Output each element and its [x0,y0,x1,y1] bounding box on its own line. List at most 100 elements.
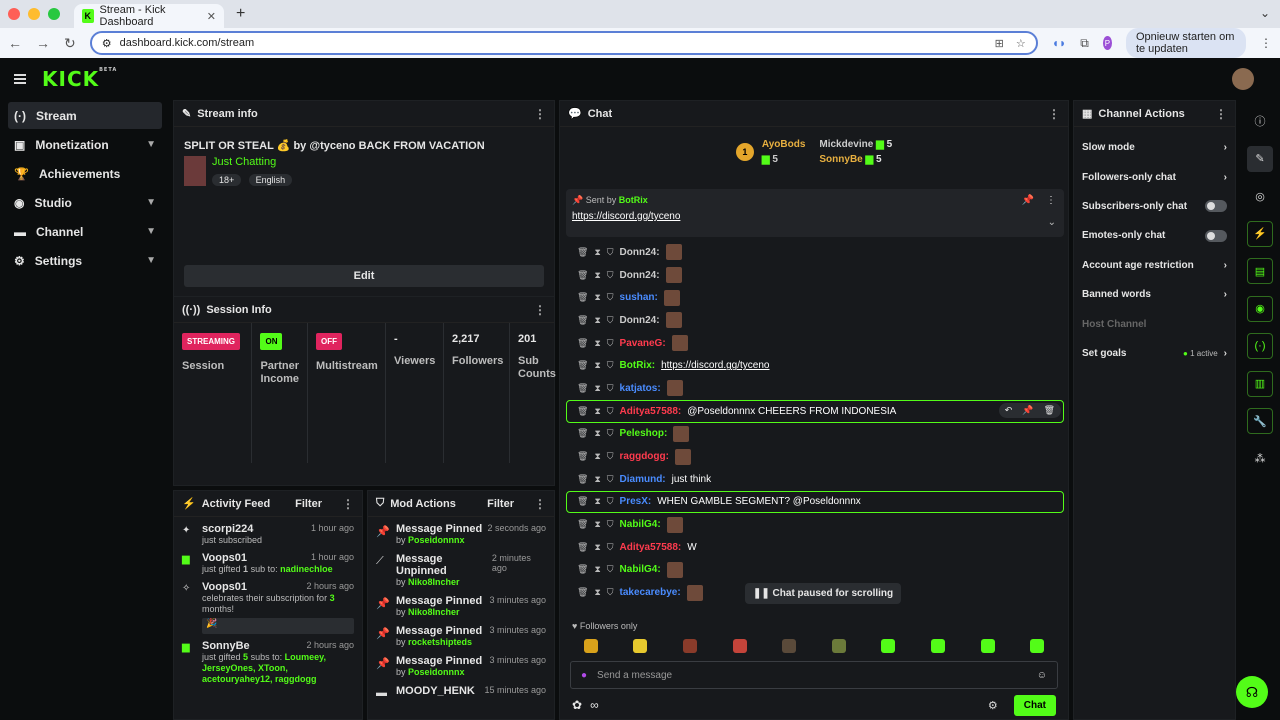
delete-icon[interactable]: 🗑 [577,406,588,417]
ban-shield-icon[interactable]: ⛉ [607,406,614,417]
user-avatar[interactable] [1232,68,1254,90]
timeout-icon[interactable]: ⧗ [594,451,600,462]
send-chat-button[interactable]: Chat [1013,694,1056,716]
delete-icon[interactable]: 🗑 [577,360,588,371]
followers-only-item[interactable]: Followers-only chat › [1074,162,1235,191]
timeout-icon[interactable]: ⧗ [594,383,600,394]
kick-points-icon[interactable]: ✿ [572,698,582,712]
kick-logo[interactable]: KICKBETA [42,67,117,91]
ban-shield-icon[interactable]: ⛉ [607,360,614,371]
timeout-icon[interactable]: ⧗ [594,338,600,349]
pinned-link[interactable]: https://discord.gg/tyceno [572,211,1058,222]
chat-message[interactable]: 🗑 ⧗ ⛉ NabilG4: [566,513,1064,536]
delete-icon[interactable]: 🗑 [577,428,588,439]
translate-icon[interactable]: ⊞ [995,37,1004,50]
chat-username[interactable]: Donn24: [620,315,660,326]
delete-icon[interactable]: 🗑 [1044,405,1055,416]
emote-icon[interactable] [980,639,995,653]
emote-icon[interactable] [831,639,846,653]
chat-username[interactable]: NabilG4: [620,519,661,530]
category-link[interactable]: Just Chatting [212,156,296,168]
leader-name[interactable]: Mickdevine [819,139,873,150]
chat-message[interactable]: 🗑 ⧗ ⛉ raggdogg: [566,445,1064,468]
minimize-window-button[interactable] [28,8,40,20]
chat-message[interactable]: 🗑 ⧗ ⛉ Donn24: [566,264,1064,287]
timeout-icon[interactable]: ⧗ [594,587,600,598]
set-goals-item[interactable]: Set goals ● 1 active › [1074,339,1235,368]
delete-icon[interactable]: 🗑 [577,383,588,394]
ban-shield-icon[interactable]: ⛉ [607,587,614,598]
subscribers-only-item[interactable]: Subscribers-only chat [1074,192,1235,221]
delete-icon[interactable]: 🗑 [577,270,588,281]
account-age-item[interactable]: Account age restriction › [1074,251,1235,280]
microphone-icon[interactable]: ● [581,670,587,681]
info-icon[interactable]: ⓘ [1247,108,1273,134]
sidebar-item-achievements[interactable]: 🏆 Achievements [8,160,162,187]
delete-icon[interactable]: 🗑 [577,564,588,575]
chat-username[interactable]: Peleshop: [620,428,668,439]
ban-shield-icon[interactable]: ⛉ [607,451,614,462]
chat-bubble-icon[interactable]: ◉ [1247,295,1273,322]
delete-icon[interactable]: 🗑 [577,496,588,507]
chat-message[interactable]: 🗑 ⧗ ⛉ PresX: WHEN GAMBLE SEGMENT? @Poseldonn… [566,490,1064,514]
chevron-down-icon[interactable]: ⌄ [1048,217,1056,228]
timeout-icon[interactable]: ⧗ [594,360,600,371]
timeout-icon[interactable]: ⧗ [594,428,600,439]
timeout-icon[interactable]: ⧗ [594,474,600,485]
leader-name[interactable]: SonnyBe [819,154,862,165]
chat-username[interactable]: Donn24: [620,247,660,258]
hamburger-menu-icon[interactable] [14,74,26,84]
emote-icon[interactable] [682,639,697,653]
chat-message[interactable]: 🗑 ⧗ ⛉ Diamund: just think [566,468,1064,491]
emote-icon[interactable] [1030,639,1045,653]
infinity-icon[interactable]: ∞ [590,698,599,712]
sidebar-item-settings[interactable]: ⚙ Settings ▼ [8,247,162,274]
timeout-icon[interactable]: ⧗ [594,542,600,553]
update-button[interactable]: Opnieuw starten om te updaten [1125,28,1246,58]
edit-icon[interactable]: ✎ [1247,145,1273,172]
emote-icon[interactable] [583,639,598,653]
back-icon[interactable]: ← [8,35,22,51]
timeout-icon[interactable]: ⧗ [594,315,600,326]
slow-mode-item[interactable]: Slow mode › [1074,133,1235,162]
banned-words-item[interactable]: Banned words › [1074,280,1235,309]
delete-icon[interactable]: 🗑 [577,587,588,598]
delete-icon[interactable]: 🗑 [577,474,588,485]
ban-shield-icon[interactable]: ⛉ [607,270,614,281]
reply-icon[interactable]: ↶ [1005,405,1013,416]
ban-shield-icon[interactable]: ⛉ [607,474,614,485]
reload-icon[interactable]: ↻ [64,35,76,52]
forward-icon[interactable]: → [36,35,50,51]
layout-icon[interactable]: ▥ [1247,370,1273,397]
wrench-icon[interactable]: 🔧 [1247,408,1273,434]
chat-paused-button[interactable]: ❚❚ Chat paused for scrolling [745,583,902,604]
chat-message[interactable]: 🗑 ⧗ ⛉ Aditya57588: W [566,536,1064,559]
new-tab-icon[interactable]: + [236,5,245,23]
site-info-icon[interactable]: ⚙ [102,37,112,50]
filter-button[interactable]: Filter [295,498,322,510]
chat-message[interactable]: 🗑 ⧗ ⛉ Donn24: [566,309,1064,332]
ban-shield-icon[interactable]: ⛉ [607,292,614,303]
chat-text[interactable]: https://discord.gg/tyceno [661,360,769,371]
close-tab-icon[interactable]: ✕ [207,10,216,23]
chat-message[interactable]: 🗑 ⧗ ⛉ Aditya57588: @Poseldonnnx CHEEERS FROM… [566,399,1064,423]
chat-username[interactable]: Aditya57588: [620,542,682,553]
profile-avatar[interactable]: P [1102,36,1112,50]
delete-icon[interactable]: 🗑 [577,519,588,530]
delete-icon[interactable]: 🗑 [577,542,588,553]
pin-icon[interactable]: 📌 [1022,195,1034,206]
timeout-icon[interactable]: ⧗ [594,406,600,417]
sidebar-item-stream[interactable]: (·) Stream [8,102,162,129]
delete-icon[interactable]: 🗑 [577,451,588,462]
timeout-icon[interactable]: ⧗ [594,564,600,575]
more-options-icon[interactable]: ⋮ [534,107,546,121]
broadcast-icon[interactable]: (·) [1247,333,1273,359]
emoji-icon[interactable]: ☺ [1037,670,1047,681]
more-options-icon[interactable]: ⋮ [1048,107,1060,121]
document-icon[interactable]: ▤ [1247,258,1273,284]
close-window-button[interactable] [8,8,20,20]
ban-shield-icon[interactable]: ⛉ [607,428,614,439]
emotes-only-toggle[interactable] [1205,229,1227,242]
browser-menu-icon[interactable]: ⋮ [1260,36,1272,50]
chat-message[interactable]: 🗑 ⧗ ⛉ sushan: [566,286,1064,309]
